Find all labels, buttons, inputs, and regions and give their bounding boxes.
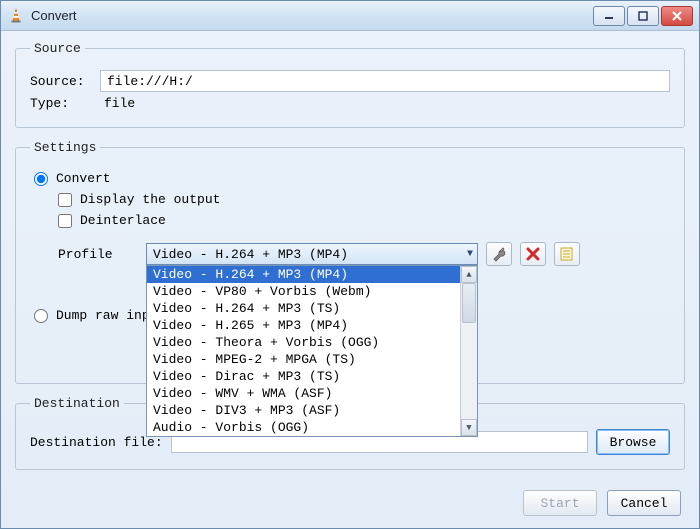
scroll-down-button[interactable]: ▼ bbox=[461, 419, 477, 436]
window-title: Convert bbox=[31, 8, 593, 23]
profile-selected-text: Video - H.264 + MP3 (MP4) bbox=[153, 247, 348, 262]
profile-option[interactable]: Video - H.264 + MP3 (TS) bbox=[147, 300, 460, 317]
deinterlace-input[interactable] bbox=[58, 214, 72, 228]
delete-profile-button[interactable] bbox=[520, 242, 546, 266]
new-profile-icon bbox=[559, 246, 575, 262]
profile-option[interactable]: Video - VP80 + Vorbis (Webm) bbox=[147, 283, 460, 300]
deinterlace-label: Deinterlace bbox=[80, 213, 166, 228]
new-profile-button[interactable] bbox=[554, 242, 580, 266]
start-button[interactable]: Start bbox=[523, 490, 597, 516]
profile-label: Profile bbox=[58, 247, 138, 262]
profile-option[interactable]: Video - Theora + Vorbis (OGG) bbox=[147, 334, 460, 351]
scroll-up-button[interactable]: ▲ bbox=[461, 266, 477, 283]
profile-option[interactable]: Video - H.265 + MP3 (MP4) bbox=[147, 317, 460, 334]
convert-window: Convert Source Source: Type: file bbox=[0, 0, 700, 529]
type-value: file bbox=[100, 96, 135, 111]
source-input[interactable] bbox=[100, 70, 670, 92]
convert-radio[interactable]: Convert bbox=[34, 171, 670, 186]
profile-combobox[interactable]: Video - H.264 + MP3 (MP4) ▼ bbox=[146, 243, 478, 265]
titlebar[interactable]: Convert bbox=[1, 1, 699, 31]
dropdown-scrollbar[interactable]: ▲ ▼ bbox=[460, 266, 477, 436]
convert-radio-label: Convert bbox=[56, 171, 111, 186]
maximize-button[interactable] bbox=[627, 6, 659, 26]
scroll-thumb[interactable] bbox=[462, 283, 476, 323]
destination-legend: Destination bbox=[30, 396, 124, 411]
settings-group: Settings Convert Display the output Dein… bbox=[15, 140, 685, 384]
profile-dropdown[interactable]: Video - H.264 + MP3 (MP4) Video - VP80 +… bbox=[146, 265, 478, 437]
profile-option[interactable]: Video - MPEG-2 + MPGA (TS) bbox=[147, 351, 460, 368]
profile-option[interactable]: Video - WMV + WMA (ASF) bbox=[147, 385, 460, 402]
display-output-label: Display the output bbox=[80, 192, 220, 207]
profile-option[interactable]: Video - Dirac + MP3 (TS) bbox=[147, 368, 460, 385]
browse-button[interactable]: Browse bbox=[596, 429, 670, 455]
source-legend: Source bbox=[30, 41, 85, 56]
minimize-button[interactable] bbox=[593, 6, 625, 26]
chevron-down-icon: ▼ bbox=[467, 249, 473, 260]
wrench-icon bbox=[491, 246, 507, 262]
delete-icon bbox=[526, 247, 540, 261]
profile-option-list: Video - H.264 + MP3 (MP4) Video - VP80 +… bbox=[147, 266, 460, 436]
cancel-button[interactable]: Cancel bbox=[607, 490, 681, 516]
destination-label: Destination file: bbox=[30, 435, 163, 450]
settings-legend: Settings bbox=[30, 140, 100, 155]
profile-option[interactable]: Video - H.264 + MP3 (MP4) bbox=[147, 266, 460, 283]
vlc-cone-icon bbox=[7, 7, 25, 25]
edit-profile-button[interactable] bbox=[486, 242, 512, 266]
source-label: Source: bbox=[30, 74, 100, 89]
display-output-input[interactable] bbox=[58, 193, 72, 207]
type-label: Type: bbox=[30, 96, 100, 111]
profile-combo-wrap: Video - H.264 + MP3 (MP4) ▼ Video - H.26… bbox=[146, 243, 478, 265]
source-group: Source Source: Type: file bbox=[15, 41, 685, 128]
profile-option[interactable]: Audio - Vorbis (OGG) bbox=[147, 419, 460, 436]
window-body: Source Source: Type: file Settings Conve… bbox=[1, 31, 699, 528]
deinterlace-check[interactable]: Deinterlace bbox=[58, 213, 670, 228]
window-buttons bbox=[593, 6, 693, 26]
profile-option[interactable]: Video - DIV3 + MP3 (ASF) bbox=[147, 402, 460, 419]
scroll-track[interactable] bbox=[461, 283, 477, 419]
display-output-check[interactable]: Display the output bbox=[58, 192, 670, 207]
dump-raw-radio-input[interactable] bbox=[34, 309, 48, 323]
footer-buttons: Start Cancel bbox=[523, 490, 681, 516]
convert-radio-input[interactable] bbox=[34, 172, 48, 186]
close-button[interactable] bbox=[661, 6, 693, 26]
